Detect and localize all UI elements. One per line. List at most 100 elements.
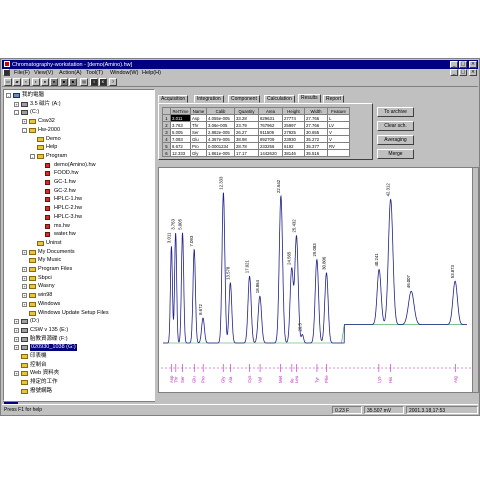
record-icon[interactable]: ●: [50, 78, 58, 86]
expand-icon[interactable]: +: [14, 371, 19, 377]
maximize-button[interactable]: □: [459, 61, 467, 68]
table-cell: 1: [162, 114, 171, 122]
expand-icon[interactable]: +: [22, 119, 27, 125]
expand-icon[interactable]: +: [14, 101, 19, 107]
status-help: Press F1 for help: [4, 407, 43, 413]
doc-minimize-button[interactable]: _: [450, 69, 458, 76]
expand-icon[interactable]: +: [22, 301, 27, 307]
tree-node-label: Wasny: [38, 283, 55, 290]
tab-results[interactable]: Results: [298, 94, 321, 103]
table-cell: 23.79: [234, 121, 259, 129]
column-header[interactable]: Area: [258, 107, 283, 115]
peak-label: 12.333: [218, 176, 223, 190]
table-row[interactable]: 1 3.011 Asp 4.055e-005 33.28 829631 27774 27.76…: [162, 114, 350, 122]
expand-icon[interactable]: +: [14, 327, 19, 333]
table-cell: 12.333: [170, 149, 191, 157]
menu-action[interactable]: Action(A): [59, 70, 82, 76]
clear-sch-button[interactable]: Clear sch.: [377, 121, 414, 131]
expand-icon[interactable]: +: [22, 267, 27, 272]
save-icon[interactable]: ▪: [22, 78, 30, 86]
collapse-icon[interactable]: -: [14, 110, 19, 116]
menu-file[interactable]: File(F): [14, 70, 30, 76]
table-cell: 38.98: [234, 135, 259, 143]
table-cell: Glu: [190, 135, 207, 143]
column-header[interactable]: Quantity: [234, 107, 259, 115]
peak-label: 22.642: [276, 179, 281, 193]
document-icon[interactable]: [3, 69, 10, 76]
tab-integration[interactable]: Integration: [194, 95, 224, 103]
tool-icon[interactable]: ■: [69, 78, 77, 86]
folder-tree[interactable]: - 我的電腦 +3.5 磁片 (A:) - (C:) + Csw32- Hw-2000 Demo…: [3, 89, 155, 401]
bold-tool-icon[interactable]: I: [90, 78, 98, 86]
pause-icon[interactable]: ■: [60, 78, 68, 86]
merge-button[interactable]: Merge: [377, 149, 414, 159]
menu-tool[interactable]: Tool(T): [86, 70, 103, 76]
tree-node-label: Csw32: [38, 118, 55, 125]
expand-icon[interactable]: +: [14, 345, 19, 351]
folder-icon: [21, 362, 28, 368]
menu-window[interactable]: Window(W): [110, 70, 138, 76]
peak-label: 3.011: [166, 232, 171, 243]
results-table[interactable]: RetTime Name Calib Quantity Area Height Width F…: [162, 107, 350, 157]
column-header[interactable]: Name: [190, 107, 207, 115]
expand-icon[interactable]: +: [22, 249, 27, 255]
column-header[interactable]: Height: [282, 107, 305, 115]
new-file-icon[interactable]: ▭: [4, 78, 12, 86]
table-cell: Pro: [190, 142, 207, 150]
chart-vertical-scrollbar[interactable]: [472, 168, 478, 392]
table-cell: 5: [162, 142, 171, 150]
table-row[interactable]: 5 8.672 Pro 0.0001234 28.78 233256 6192 35.377 R…: [162, 142, 350, 150]
collapse-icon[interactable]: -: [30, 153, 35, 159]
peak-label: 7.093: [189, 235, 194, 246]
tree-node-label: 胎教資源碟 (F:): [30, 335, 68, 342]
tree-node-label: 控制台: [30, 361, 47, 368]
table-row[interactable]: 6 12.333 Gly 1.861e-005 17.17 1442620 38146 35.…: [162, 149, 350, 157]
table-cell: 829631: [258, 114, 283, 122]
tree-node-label: Help: [46, 144, 58, 151]
table-cell: 7.093: [170, 135, 191, 143]
column-header[interactable]: Width: [304, 107, 328, 115]
expand-icon[interactable]: +: [22, 293, 27, 299]
table-row[interactable]: 4 7.093 Glu 4.367e-005 38.98 892709 23930 35.27…: [162, 135, 350, 143]
tab-acquisition[interactable]: Acquisition: [158, 95, 189, 103]
table-cell: [327, 149, 350, 157]
tab-component[interactable]: Component: [228, 95, 260, 103]
folder-icon: [29, 119, 36, 125]
column-header[interactable]: RetTime: [170, 107, 191, 115]
open-folder-icon[interactable]: ▰: [13, 78, 21, 86]
to-archive-button[interactable]: To archive: [377, 107, 414, 117]
stop-icon[interactable]: ●: [41, 78, 49, 86]
column-header[interactable]: Calib: [206, 107, 235, 115]
expand-icon[interactable]: +: [14, 336, 19, 342]
component-marker-label: Gly: [221, 376, 226, 383]
collapse-icon[interactable]: -: [22, 127, 27, 133]
column-header[interactable]: Feature: [327, 107, 350, 115]
expand-icon[interactable]: +: [22, 284, 27, 290]
table-row[interactable]: 2 3.763 Thr 3.06e-005 23.79 767962 25997 27.766…: [162, 121, 350, 129]
collapse-icon[interactable]: -: [6, 93, 11, 98]
minimize-button[interactable]: _: [450, 61, 458, 68]
doc-restore-button[interactable]: □: [459, 69, 467, 76]
table-row[interactable]: 3 5.005 Ser 2.882e-005 26.27 911509 27925 30.65…: [162, 128, 350, 136]
file-icon: [45, 223, 50, 229]
print-icon[interactable]: ▤: [80, 78, 88, 86]
tree-node-label: CSW v 135 (E:): [30, 326, 69, 333]
doc-close-button[interactable]: ×: [469, 69, 477, 76]
menu-help[interactable]: Help(H): [142, 70, 161, 76]
tab-report[interactable]: Report: [323, 95, 345, 103]
expand-icon[interactable]: +: [22, 275, 27, 281]
close-button[interactable]: ×: [469, 61, 477, 68]
chromatogram-chart[interactable]: 3.011 3.763 5.005 7.093 8.672 12.333 13.578 17.…: [158, 167, 479, 393]
expand-icon[interactable]: +: [14, 319, 19, 325]
app-icon: [4, 61, 10, 67]
results-panel: RetTime Name Calib Quantity Area Height Width F…: [158, 103, 414, 160]
acquire-icon[interactable]: ◐: [32, 78, 40, 86]
averaging-button[interactable]: Averaging: [377, 135, 414, 145]
info-icon[interactable]: ?: [109, 78, 117, 86]
tab-calculation[interactable]: Calculation: [264, 95, 295, 103]
menu-view[interactable]: View(V): [34, 70, 53, 76]
column-header[interactable]: [162, 107, 171, 115]
status-bar: Press F1 for help 0.23 F 35.507 mV 2001.…: [2, 404, 478, 414]
file-icon: [45, 214, 50, 220]
zoom-tool-icon[interactable]: K: [99, 78, 107, 86]
